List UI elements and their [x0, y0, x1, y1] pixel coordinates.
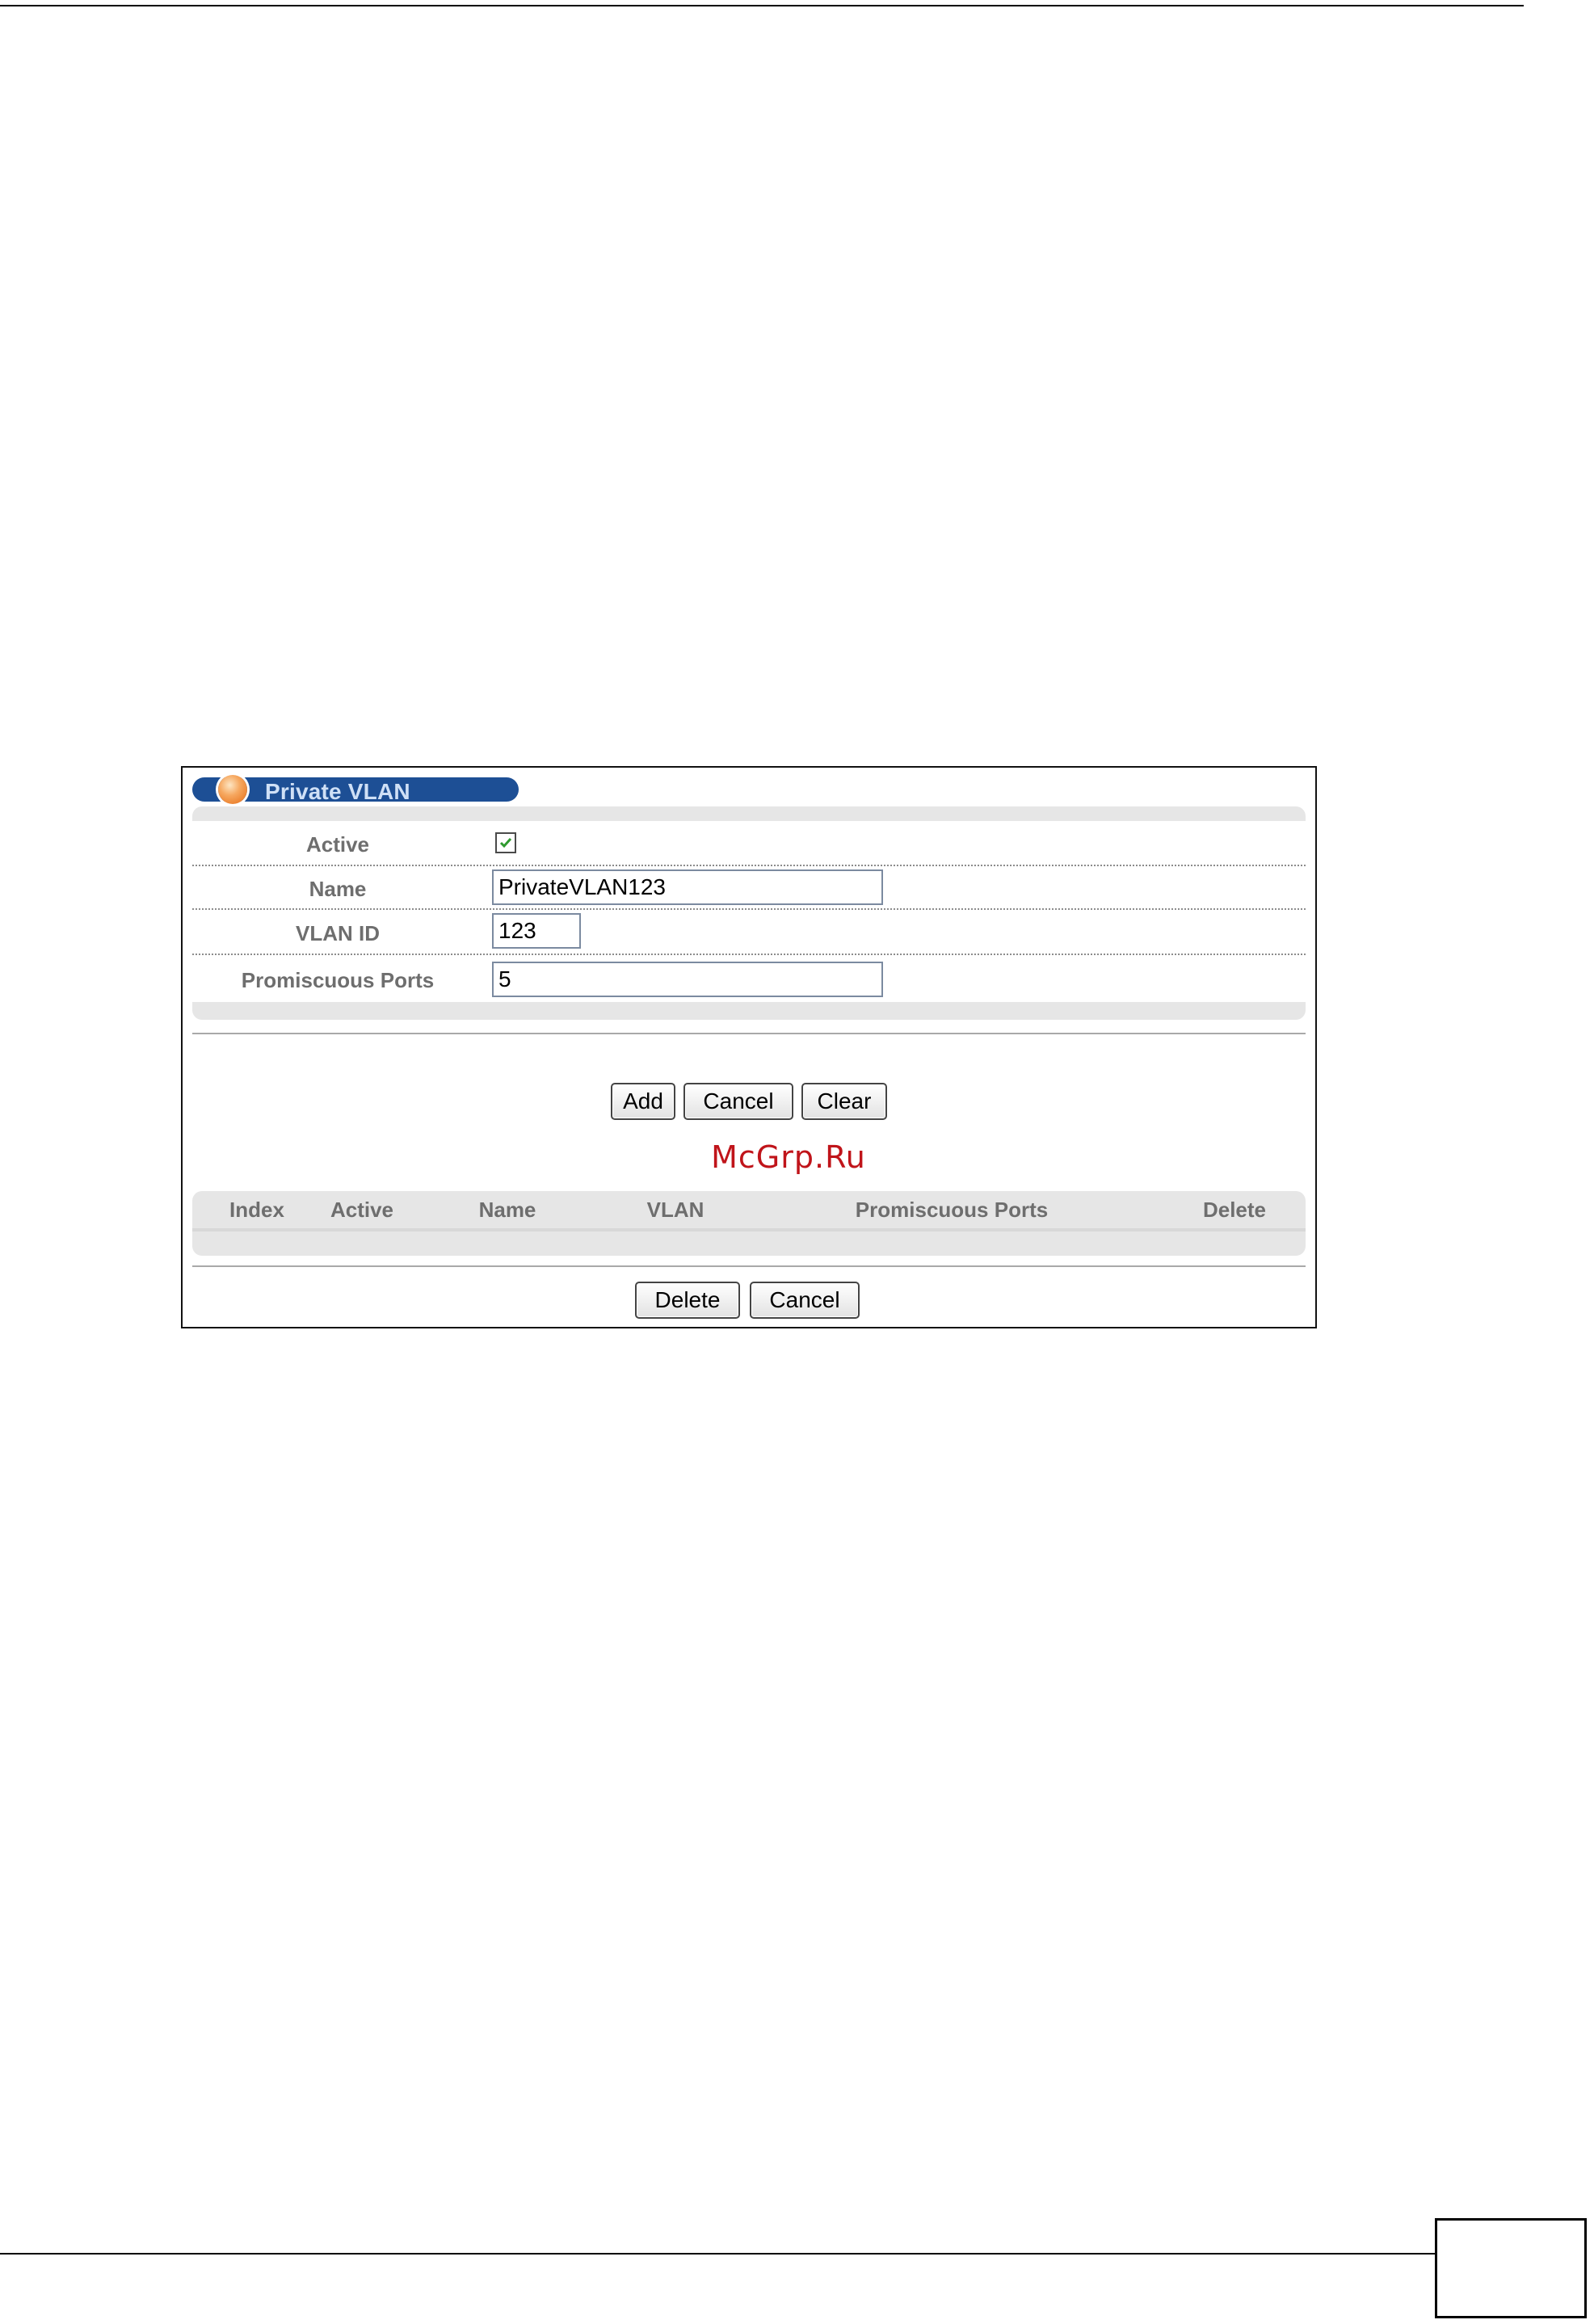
vlan-id-label: VLAN ID: [296, 921, 380, 945]
active-label: Active: [305, 832, 370, 857]
promiscuous-ports-input[interactable]: 5: [492, 962, 883, 997]
settings-form: Active Name PrivateVLAN123 VLAN ID 123 P…: [192, 806, 1306, 1020]
form-row-vlan-id: VLAN ID 123: [192, 910, 1306, 955]
column-header-name: Name: [478, 1198, 536, 1222]
page-top-rule: [0, 5, 1524, 6]
form-row-promiscuous-ports: Promiscuous Ports 5: [192, 955, 1306, 1002]
name-input[interactable]: PrivateVLAN123: [492, 869, 883, 905]
promiscuous-ports-label: Promiscuous Ports: [241, 968, 435, 992]
table-header-separator: [192, 1228, 1306, 1231]
delete-button[interactable]: Delete: [635, 1282, 740, 1319]
form-row-active: Active: [192, 821, 1306, 866]
form-row-name: Name PrivateVLAN123: [192, 866, 1306, 910]
active-checkbox[interactable]: [495, 832, 516, 853]
cancel-button[interactable]: Cancel: [683, 1083, 793, 1120]
column-header-active: Active: [330, 1198, 394, 1222]
column-header-promiscuous-ports: Promiscuous Ports: [855, 1198, 1049, 1222]
page-bottom-rule: [0, 2253, 1435, 2255]
vlan-id-input[interactable]: 123: [492, 913, 581, 949]
table-cancel-button[interactable]: Cancel: [750, 1282, 860, 1319]
column-header-delete: Delete: [1202, 1198, 1267, 1222]
panel-title: Private VLAN: [265, 779, 410, 804]
page-number-box: [1435, 2218, 1587, 2318]
column-header-vlan: VLAN: [646, 1198, 704, 1222]
table-divider: [192, 1265, 1306, 1267]
orb-icon: [218, 775, 247, 804]
watermark-text: McGrp.Ru: [711, 1139, 866, 1175]
private-vlan-panel: Private VLAN Active Name PrivateVLAN123 …: [181, 766, 1317, 1328]
form-divider: [192, 1033, 1306, 1034]
vlan-table-header: Index Active Name VLAN Promiscuous Ports…: [192, 1191, 1306, 1256]
panel-title-bar: Private VLAN: [192, 775, 519, 804]
checkmark-icon: [499, 838, 512, 848]
add-button[interactable]: Add: [611, 1083, 675, 1120]
clear-button[interactable]: Clear: [801, 1083, 887, 1120]
name-label: Name: [309, 877, 367, 901]
column-header-index: Index: [229, 1198, 284, 1222]
